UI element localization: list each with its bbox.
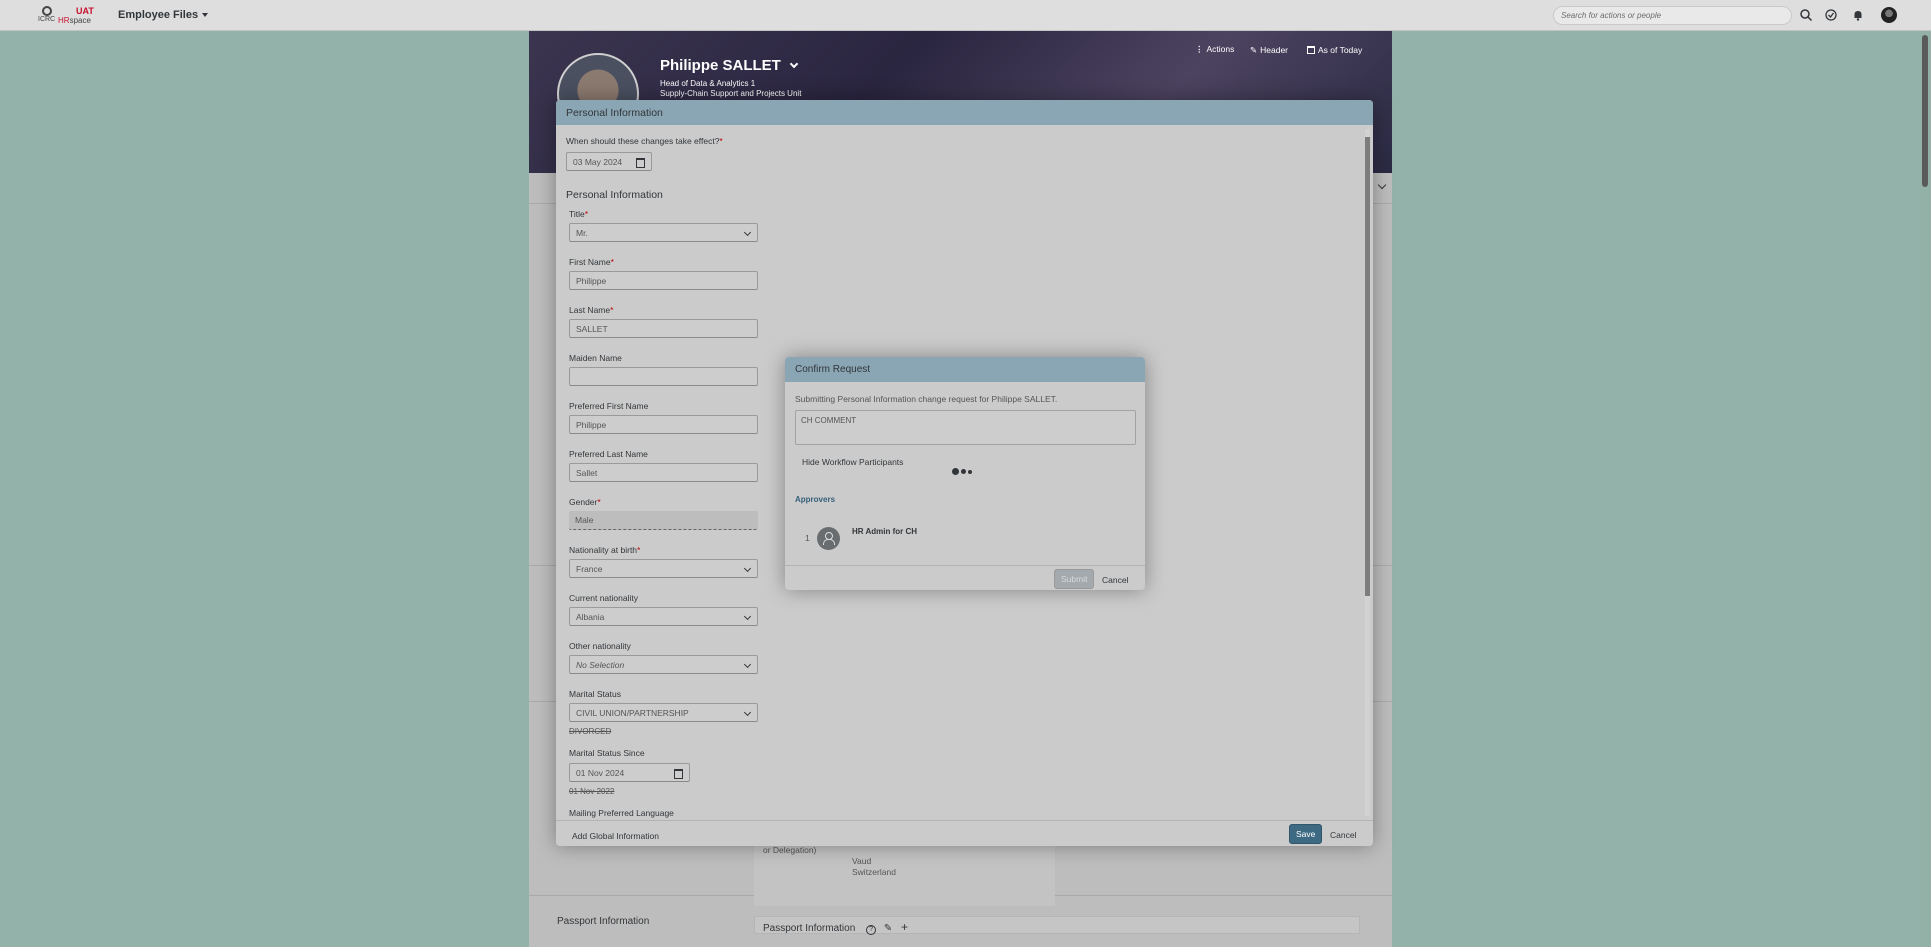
- comment-textarea[interactable]: [795, 410, 1136, 445]
- hide-workflow-participants-link[interactable]: Hide Workflow Participants: [802, 457, 903, 467]
- other-nationality-label: Other nationality: [569, 641, 631, 651]
- nationality-birth-select[interactable]: France: [569, 559, 758, 578]
- app-menu-label: Employee Files: [118, 9, 199, 21]
- dialog-footer: Add Global Information Save Cancel: [556, 820, 1373, 846]
- search-icon[interactable]: [1799, 8, 1813, 22]
- current-nationality-label: Current nationality: [569, 593, 638, 603]
- add-icon[interactable]: +: [901, 920, 908, 934]
- passport-section-label: Passport Information: [557, 916, 650, 927]
- calendar-icon: [1307, 46, 1315, 54]
- search-input[interactable]: Search for actions or people: [1553, 6, 1792, 25]
- app-name: HRspace: [58, 16, 91, 25]
- app-logo[interactable]: ICRC UAT HRspace: [38, 6, 94, 26]
- preferred-first-name-label: Preferred First Name: [569, 401, 649, 411]
- confirm-request-dialog: Confirm Request Submitting Personal Info…: [785, 357, 1145, 590]
- nationality-birth-label: Nationality at birth*: [569, 545, 641, 555]
- location-line1: Vaud: [852, 856, 872, 866]
- approver-name[interactable]: HR Admin for CH: [852, 527, 917, 536]
- marital-status-previous-value: DIVORCED: [569, 727, 612, 736]
- caret-down-icon: [202, 13, 209, 18]
- effective-date-field[interactable]: 03 May 2024: [566, 152, 652, 171]
- marital-status-since-label: Marital Status Since: [569, 748, 645, 758]
- passport-card-title: Passport Information: [763, 923, 856, 934]
- preferred-last-name-label: Preferred Last Name: [569, 449, 648, 459]
- as-of-label: As of Today: [1318, 45, 1363, 55]
- person-placeholder-icon: [817, 527, 840, 550]
- confirm-dialog-title: Confirm Request: [785, 357, 1145, 382]
- other-nationality-select[interactable]: No Selection: [569, 655, 758, 674]
- last-name-label: Last Name*: [569, 305, 614, 315]
- passport-card-header: Passport Information ? ✎ +: [754, 916, 1360, 935]
- submit-button[interactable]: Submit: [1054, 569, 1095, 589]
- title-select[interactable]: Mr.: [569, 223, 758, 242]
- effective-date-label: When should these changes take effect?*: [566, 136, 723, 146]
- last-name-field[interactable]: SALLET: [569, 319, 758, 338]
- confirm-cancel-button[interactable]: Cancel: [1096, 571, 1134, 589]
- busy-dot: [968, 469, 972, 474]
- first-name-label: First Name*: [569, 257, 614, 267]
- maiden-name-field[interactable]: [569, 367, 758, 386]
- preferred-last-name-field[interactable]: Sallet: [569, 463, 758, 482]
- dialog-title: Personal Information: [556, 100, 1373, 125]
- busy-dot: [961, 469, 966, 475]
- approvers-title: Approvers: [795, 495, 836, 504]
- cancel-button[interactable]: Cancel: [1324, 826, 1362, 844]
- save-button[interactable]: Save: [1289, 824, 1323, 844]
- page-scrollbar-thumb[interactable]: [1922, 35, 1928, 187]
- confirm-message: Submitting Personal Information change r…: [795, 394, 1058, 404]
- actions-button[interactable]: ⋮ Actions: [1195, 44, 1234, 55]
- notification-bell-icon[interactable]: [1851, 8, 1865, 22]
- dialog-scrollbar-thumb[interactable]: [1365, 137, 1370, 596]
- marital-status-since-field[interactable]: 01 Nov 2024: [569, 763, 690, 782]
- busy-dot: [952, 468, 959, 476]
- user-avatar[interactable]: [1881, 7, 1897, 23]
- environment-label: UAT: [76, 6, 94, 16]
- mailing-language-label: Mailing Preferred Language: [569, 808, 674, 818]
- busy-indicator: [952, 466, 974, 476]
- employee-name[interactable]: Philippe SALLET: [660, 57, 799, 74]
- maiden-name-label: Maiden Name: [569, 353, 622, 363]
- page-scrollbar[interactable]: [1919, 31, 1931, 947]
- actions-label: Actions: [1206, 44, 1235, 54]
- section-collapse-chevron-icon[interactable]: [1377, 180, 1387, 190]
- help-icon[interactable]: ?: [866, 925, 877, 935]
- gender-label: Gender*: [569, 497, 601, 507]
- title-label: Title*: [569, 209, 589, 219]
- add-global-information-button[interactable]: Add Global Information: [566, 827, 665, 845]
- marital-status-label: Marital Status: [569, 689, 621, 699]
- marital-since-previous-value: 01 Nov 2022: [569, 787, 615, 796]
- employee-unit: Supply-Chain Support and Projects Unit: [660, 89, 802, 98]
- chevron-down-icon: [789, 59, 799, 69]
- more-vertical-icon: ⋮: [1195, 44, 1204, 54]
- dialog-scrollbar[interactable]: [1365, 129, 1370, 816]
- app-menu-button[interactable]: Employee Files: [118, 9, 209, 21]
- approval-check-icon[interactable]: [1824, 8, 1838, 22]
- marital-status-select[interactable]: CIVIL UNION/PARTNERSHIP: [569, 703, 758, 722]
- preferred-first-name-field[interactable]: Philippe: [569, 415, 758, 434]
- icrc-emblem-icon: ICRC: [38, 6, 55, 24]
- first-name-field[interactable]: Philippe: [569, 271, 758, 290]
- employee-name-text: Philippe SALLET: [660, 57, 781, 74]
- section-title: Personal Information: [566, 189, 663, 201]
- pencil-icon: ✎: [1250, 45, 1258, 55]
- employee-position: Head of Data & Analytics 1: [660, 79, 756, 88]
- pencil-icon[interactable]: ✎: [884, 923, 892, 934]
- current-nationality-select[interactable]: Albania: [569, 607, 758, 626]
- header-label: Header: [1260, 45, 1289, 55]
- as-of-today-button[interactable]: As of Today: [1307, 45, 1362, 55]
- employee-subtitle: Head of Data & Analytics 1 Supply-Chain …: [660, 79, 801, 99]
- location-line2: Switzerland: [852, 867, 896, 877]
- header-edit-button[interactable]: ✎ Header: [1250, 45, 1288, 56]
- gender-field: Male: [569, 511, 758, 530]
- delegation-text: or Delegation): [763, 845, 817, 855]
- approver-index: 1: [805, 533, 810, 543]
- shell-bar: ICRC UAT HRspace Employee Files Search f…: [0, 0, 1931, 31]
- confirm-dialog-footer: Submit Cancel: [785, 565, 1145, 590]
